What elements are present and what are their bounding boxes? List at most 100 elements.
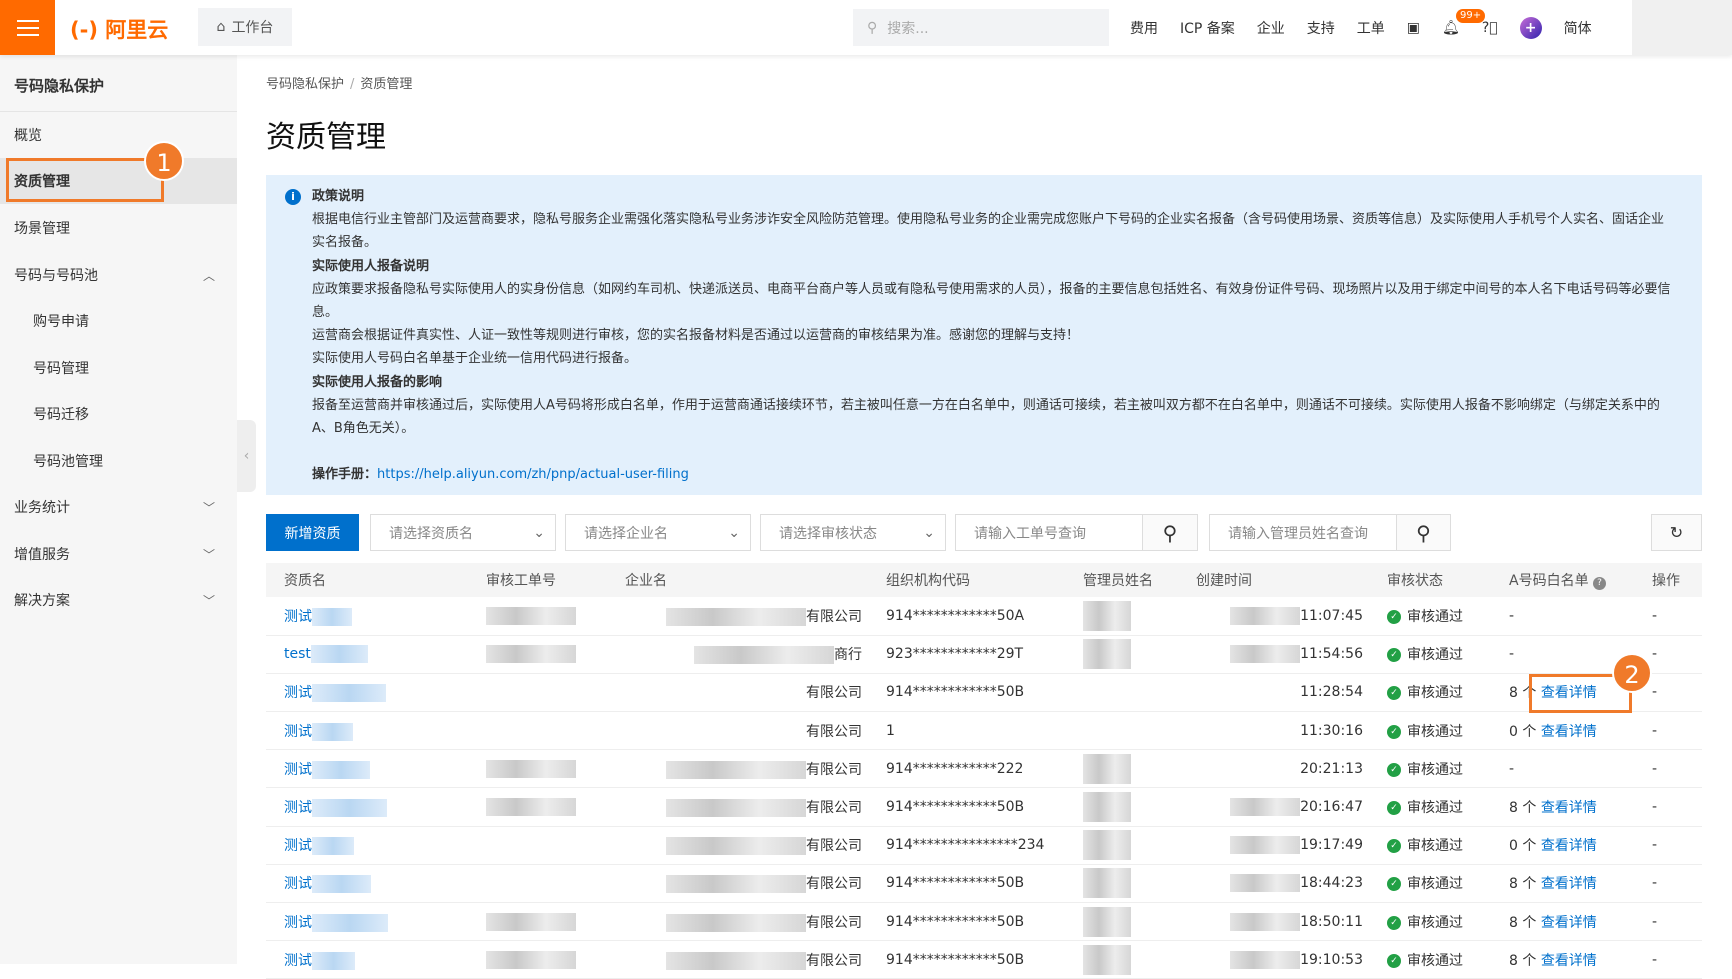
sidebar-item-scenario[interactable]: 场景管理 (0, 205, 237, 251)
cell-action: - (1634, 787, 1702, 827)
sidebar-item-solutions[interactable]: 解决方案 ﹀ (0, 577, 237, 623)
qualification-name-link[interactable]: 测试 (284, 953, 312, 969)
col-created: 创建时间 (1178, 563, 1369, 597)
qualification-name-link[interactable]: 测试 (284, 838, 312, 854)
annotation-number-1: 1 (144, 141, 184, 181)
top-nav: 费用 ICP 备案 企业 支持 工单 ▣ 🔔︎ ?⃝ + 简体 (1130, 0, 1592, 55)
sidebar-item-number-manage[interactable]: 号码管理 (0, 345, 237, 391)
search-input[interactable]: ⚲ 搜索... (853, 9, 1109, 46)
sidebar-item-label: 号码池管理 (33, 454, 103, 470)
terminal-icon[interactable]: ▣ (1407, 20, 1420, 36)
sidebar-item-value-added[interactable]: 增值服务 ﹀ (0, 531, 237, 577)
sidebar-item-number-pool[interactable]: 号码与号码池 ︿ (0, 252, 237, 298)
sidebar-title: 号码隐私保护 (14, 77, 105, 95)
view-details-link[interactable]: 查看详情 (1541, 838, 1597, 854)
sidebar-item-statistics[interactable]: 业务统计 ﹀ (0, 484, 237, 530)
col-whitelist-label: A号码白名单 (1509, 573, 1589, 589)
qualification-name-link[interactable]: 测试 (284, 724, 312, 740)
check-circle-icon: ✓ (1387, 762, 1401, 777)
lang-switch[interactable]: 简体 (1564, 18, 1592, 38)
qualification-name-link[interactable]: 测试 (284, 762, 312, 778)
company-select[interactable]: 请选择企业名 ⌄ (565, 514, 751, 551)
nav-ticket[interactable]: 工单 (1357, 18, 1385, 38)
company-name: 有限公司 (806, 800, 862, 817)
aliyun-logo[interactable]: (-) 阿里云 (70, 14, 168, 44)
redacted-block (666, 875, 806, 894)
nav-support[interactable]: 支持 (1307, 18, 1335, 38)
help-icon[interactable]: ?⃝ (1482, 20, 1498, 36)
cell-org-code: 1 (868, 711, 1065, 751)
cell-created: 20:16:47 (1178, 787, 1369, 827)
table-row: 测试 有限公司 914************50B 18:44:23 ✓ 审核通过 8 个… (266, 864, 1702, 904)
redacted-block (486, 798, 576, 817)
workbench-button[interactable]: ⌂ 工作台 (198, 8, 292, 46)
redacted-block (694, 646, 834, 665)
cell-ticket (468, 902, 607, 942)
ticket-search-input[interactable]: 请输入工单号查询 (955, 514, 1143, 551)
nav-enterprise[interactable]: 企业 (1257, 18, 1285, 38)
check-circle-icon: ✓ (1387, 724, 1401, 739)
redacted-block (310, 645, 368, 664)
view-details-link[interactable]: 查看详情 (1541, 724, 1597, 740)
avatar[interactable]: + (1519, 16, 1542, 39)
view-details-link[interactable]: 查看详情 (1541, 915, 1597, 931)
table-row: 测试 有限公司 914************222 20:21:13 ✓ 审核通过 - - (266, 749, 1702, 789)
created-time: 20:16:47 (1300, 799, 1363, 816)
manual-link[interactable]: https://help.aliyun.com/zh/pnp/actual-us… (377, 467, 689, 482)
cell-name: 测试 (266, 826, 468, 865)
status-text: 审核通过 (1407, 952, 1463, 969)
qualification-name-link[interactable]: 测试 (284, 609, 312, 625)
cell-action: - (1634, 597, 1702, 636)
view-details-link[interactable]: 查看详情 (1541, 876, 1597, 892)
cell-org-code: 914************50B (868, 902, 1065, 942)
sidebar-item-overview[interactable]: 概览 (0, 112, 237, 158)
cell-status: ✓ 审核通过 (1369, 635, 1491, 674)
admin-search-button[interactable]: ⚲ (1396, 514, 1451, 551)
cell-org-code: 914************50B (868, 864, 1065, 904)
sidebar-item-label: 购号申请 (33, 314, 89, 330)
view-details-link[interactable]: 查看详情 (1541, 800, 1597, 816)
cell-company: 商行 (607, 635, 868, 674)
chevron-down-icon: ﹀ (202, 593, 215, 608)
qualification-name-link[interactable]: 测试 (284, 685, 312, 701)
cell-admin (1065, 635, 1178, 674)
qualification-name-link[interactable]: 测试 (284, 915, 312, 931)
sidebar-item-label: 号码管理 (33, 361, 89, 377)
status-text: 审核通过 (1407, 608, 1463, 625)
cell-ticket (468, 787, 607, 827)
nav-icp[interactable]: ICP 备案 (1180, 18, 1235, 38)
redacted-block (486, 950, 576, 969)
col-name: 资质名 (266, 563, 468, 597)
help-icon[interactable]: ? (1593, 577, 1607, 590)
account-area[interactable] (1632, 0, 1732, 55)
cell-whitelist: - (1491, 749, 1634, 789)
qualification-name-link[interactable]: 测试 (284, 800, 312, 816)
ticket-search-button[interactable]: ⚲ (1142, 514, 1198, 551)
sidebar-collapse-button[interactable]: ‹ (237, 420, 256, 492)
menu-icon[interactable] (0, 0, 55, 55)
sidebar-item-pool-manage[interactable]: 号码池管理 (0, 438, 237, 484)
admin-search-input[interactable]: 请输入管理员姓名查询 (1209, 514, 1397, 551)
cell-company: 有限公司 (607, 749, 868, 789)
chevron-up-icon: ︿ (202, 268, 215, 283)
chevron-down-icon: ﹀ (202, 500, 215, 515)
workbench-label: 工作台 (231, 20, 274, 36)
refresh-button[interactable]: ↻ (1651, 514, 1702, 551)
status-select[interactable]: 请选择审核状态 ⌄ (760, 514, 946, 551)
created-time: 11:28:54 (1300, 684, 1363, 701)
sidebar-item-number-migrate[interactable]: 号码迁移 (0, 391, 237, 437)
view-details-link[interactable]: 查看详情 (1541, 953, 1597, 969)
redacted-block (312, 875, 371, 894)
breadcrumb-item[interactable]: 号码隐私保护 (266, 77, 344, 92)
cell-action: - (1634, 749, 1702, 789)
cell-admin (1065, 864, 1178, 904)
sidebar-item-buy-number[interactable]: 购号申请 (0, 298, 237, 344)
qualification-name-link[interactable]: 测试 (284, 876, 312, 892)
whitelist-count: - (1509, 607, 1515, 624)
created-time: 18:50:11 (1300, 913, 1363, 930)
add-qualification-button[interactable]: 新增资质 (266, 514, 359, 551)
bell-icon[interactable]: 🔔︎ (1442, 20, 1460, 36)
qualification-select[interactable]: 请选择资质名 ⌄ (370, 514, 556, 551)
qualification-name-link[interactable]: test (284, 646, 311, 662)
nav-fees[interactable]: 费用 (1130, 18, 1158, 38)
